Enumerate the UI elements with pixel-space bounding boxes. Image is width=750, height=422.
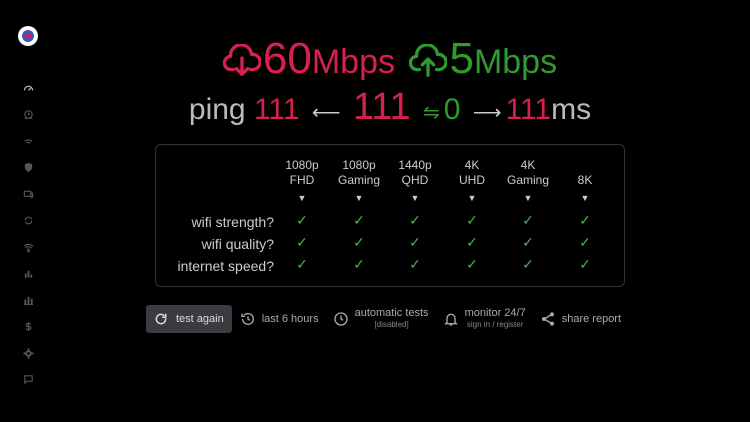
ping-right: 111 bbox=[505, 93, 552, 126]
check-icon: ✓ bbox=[579, 234, 591, 250]
triangle-down-icon: ▼ bbox=[467, 193, 477, 203]
cloud-upload-icon bbox=[409, 43, 448, 77]
check-icon: ✓ bbox=[522, 256, 534, 272]
bell-icon bbox=[443, 313, 458, 326]
check-icon: ✓ bbox=[409, 256, 421, 272]
upload-unit: Mbps bbox=[473, 43, 558, 81]
download-unit: Mbps bbox=[311, 43, 395, 81]
check-icon: ✓ bbox=[296, 212, 308, 228]
automatic-tests-status: [disabled] bbox=[374, 320, 409, 329]
check-icon: ✓ bbox=[579, 256, 591, 272]
stacked-chart-icon[interactable] bbox=[20, 292, 36, 308]
check-icon: ✓ bbox=[522, 212, 534, 228]
wifi-icon[interactable] bbox=[20, 239, 36, 255]
automatic-tests-button[interactable]: automatic tests [disabled] bbox=[333, 307, 429, 331]
arrow-left-icon: ⟵ bbox=[311, 102, 341, 124]
ping-center: 111 bbox=[352, 86, 411, 128]
check-icon: ✓ bbox=[409, 234, 421, 250]
check-icon: ✓ bbox=[353, 212, 365, 228]
jitter-value: 0 bbox=[443, 93, 461, 126]
triangle-down-icon: ▼ bbox=[410, 193, 420, 203]
check-icon: ✓ bbox=[522, 234, 534, 250]
check-icon: ✓ bbox=[579, 212, 591, 228]
ping-readout: ping 111 ⟵ 111 ⇋ 0 ⟶ 111ms bbox=[0, 86, 750, 129]
monitor-sub-label: sign in / register bbox=[466, 320, 524, 329]
action-bar: test again last 6 hours automatic tests[… bbox=[146, 305, 621, 333]
check-icon: ✓ bbox=[296, 256, 308, 272]
ping-label: ping bbox=[188, 93, 246, 126]
quality-table: 1080p FHD ▼ 1080p Gaming ▼ 1440p QHD ▼ 4K UHD ▼ … bbox=[155, 144, 625, 287]
check-icon: ✓ bbox=[466, 212, 478, 228]
check-icon: ✓ bbox=[466, 256, 478, 272]
column-header: 4K Gaming ▼ bbox=[498, 158, 558, 206]
column-header: 4K UHD ▼ bbox=[442, 158, 502, 206]
row-label-internet-speed: internet speed? bbox=[177, 258, 274, 274]
triangle-down-icon: ▼ bbox=[354, 193, 364, 203]
refresh-icon bbox=[155, 313, 167, 325]
row-label-wifi-quality: wifi quality? bbox=[201, 236, 274, 252]
check-icon: ✓ bbox=[296, 234, 308, 250]
arrow-right-icon: ⟶ bbox=[472, 102, 502, 124]
signal-icon[interactable] bbox=[20, 133, 36, 149]
column-header: 1440p QHD ▼ bbox=[385, 158, 445, 206]
devices-icon[interactable] bbox=[20, 186, 36, 202]
monitor-button[interactable]: monitor 24/7 sign in / register bbox=[443, 307, 526, 331]
download-value: 60 bbox=[262, 34, 312, 83]
cloud-download-icon bbox=[222, 43, 261, 76]
triangle-down-icon: ▼ bbox=[580, 193, 590, 203]
column-header: 8K ▼ bbox=[555, 158, 615, 206]
column-header: 1080p Gaming ▼ bbox=[329, 158, 389, 206]
check-icon: ✓ bbox=[409, 212, 421, 228]
automatic-tests-label: automatic tests bbox=[354, 307, 429, 319]
swap-arrows-icon: ⇋ bbox=[423, 102, 440, 124]
upload-value: 5 bbox=[449, 34, 474, 83]
ping-left: 111 bbox=[253, 93, 300, 126]
monitor-label: monitor 24/7 bbox=[464, 307, 526, 319]
check-icon: ✓ bbox=[353, 234, 365, 250]
test-again-label: test again bbox=[176, 313, 224, 325]
row-label-wifi-strength: wifi strength? bbox=[191, 214, 274, 230]
share-report-button[interactable]: share report bbox=[540, 311, 621, 327]
triangle-down-icon: ▼ bbox=[523, 193, 533, 203]
settings-icon[interactable] bbox=[20, 345, 36, 361]
test-again-button[interactable]: test again bbox=[146, 305, 232, 333]
triangle-down-icon: ▼ bbox=[297, 193, 307, 203]
column-header: 1080p FHD ▼ bbox=[272, 158, 332, 206]
download-speed: 60 Mbps bbox=[222, 34, 395, 87]
sync-icon[interactable] bbox=[20, 213, 36, 229]
check-icon: ✓ bbox=[353, 256, 365, 272]
last-hours-label: last 6 hours bbox=[261, 313, 319, 325]
history-clock-icon bbox=[241, 312, 254, 325]
share-report-label: share report bbox=[561, 313, 622, 325]
clock-icon bbox=[333, 312, 348, 326]
ping-unit: ms bbox=[551, 93, 592, 126]
chat-icon[interactable] bbox=[20, 372, 36, 388]
bar-chart-icon[interactable] bbox=[20, 266, 36, 282]
history-button[interactable]: last 6 hours bbox=[240, 311, 319, 327]
check-icon: ✓ bbox=[466, 234, 478, 250]
share-icon bbox=[541, 312, 554, 326]
dollar-icon[interactable] bbox=[20, 319, 36, 335]
speed-results: 60 Mbps 5 Mbps bbox=[0, 34, 750, 87]
shield-icon[interactable] bbox=[20, 160, 36, 176]
upload-speed: 5 Mbps bbox=[409, 34, 557, 87]
